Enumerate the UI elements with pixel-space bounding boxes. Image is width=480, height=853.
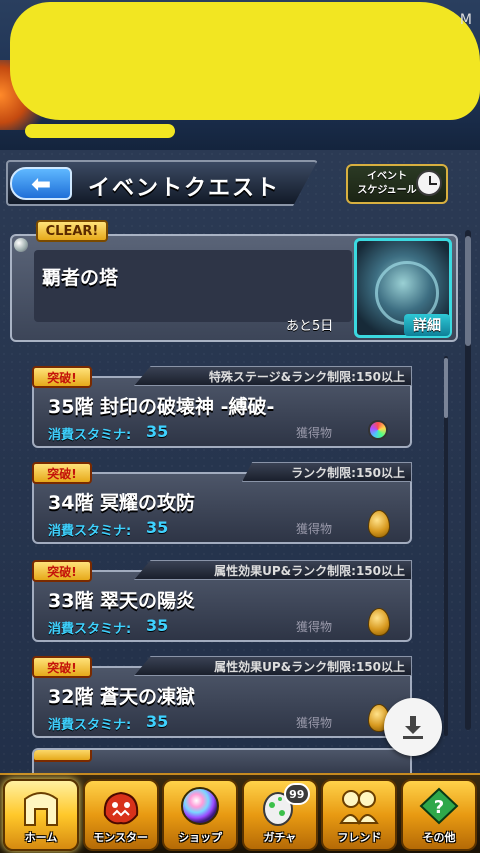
nav-home[interactable]: ホーム <box>3 779 79 851</box>
restriction-text: 属性効果UP&ランク制限:150以上 <box>214 659 405 674</box>
stamina-value: 35 <box>146 616 169 635</box>
bottom-nav: ホーム モンスター ショップ 99 ガチャ フレンド ? その他 <box>0 773 480 853</box>
breakthrough-badge: 突破! <box>32 560 92 582</box>
nav-label-gacha: ガチャ <box>263 831 297 844</box>
stamina-value: 35 <box>146 712 169 731</box>
stamina-value: 35 <box>146 518 169 537</box>
clear-badge: CLEAR! <box>36 220 108 242</box>
schedule-label-line1: イベント <box>367 171 407 182</box>
stamina-label: 消費スタミナ: <box>48 428 132 443</box>
svg-text:?: ? <box>434 797 444 818</box>
nav-gacha[interactable]: 99 ガチャ <box>241 779 318 851</box>
nav-other[interactable]: ? その他 <box>400 779 477 851</box>
home-icon <box>24 792 58 826</box>
quest-row[interactable]: ランク制限:150以上 突破! 34階 冥耀の攻防 消費スタミナ: 35 獲得物 <box>32 462 412 544</box>
reward-label: 獲得物 <box>296 426 333 440</box>
restriction-tag: 属性効果UP&ランク制限:150以上 <box>134 656 412 676</box>
stamina-label: 消費スタミナ: <box>48 622 132 637</box>
breakthrough-badge: 突破! <box>32 656 92 678</box>
list-scrollbar-thumb[interactable] <box>444 358 448 418</box>
restriction-tag: 特殊ステージ&ランク制限:150以上 <box>134 366 412 386</box>
stamina-label: 消費スタミナ: <box>48 524 132 539</box>
schedule-label: イベント スケジュール <box>352 170 422 198</box>
redaction-mark <box>10 2 480 120</box>
pin-icon <box>14 238 28 252</box>
stamina-label: 消費スタミナ: <box>48 718 132 733</box>
quest-name: 34階 冥耀の攻防 <box>48 492 196 514</box>
golden-egg-icon <box>368 608 390 636</box>
main-panel: ⬅ イベントクエスト イベント スケジュール CLEAR! 覇者の塔 あと5日 … <box>0 150 480 778</box>
nav-label-shop: ショップ <box>178 831 223 844</box>
reward-label: 獲得物 <box>296 620 333 634</box>
gacha-count-badge: 99 <box>283 783 310 805</box>
download-icon <box>403 716 423 739</box>
back-arrow-icon: ⬅ <box>30 169 52 198</box>
redaction-mark-small <box>25 124 175 138</box>
restriction-tag: 属性効果UP&ランク制限:150以上 <box>134 560 412 580</box>
nav-label-other: その他 <box>422 831 456 844</box>
question-icon: ? <box>419 787 459 825</box>
quest-row[interactable]: 属性効果UP&ランク制限:150以上 突破! 32階 蒼天の凍獄 消費スタミナ:… <box>32 656 412 738</box>
event-banner: M <box>0 0 480 150</box>
reward-label: 獲得物 <box>296 522 333 536</box>
rainbow-orb-icon <box>368 420 388 440</box>
monster-icon <box>103 791 138 825</box>
rainbow-orb-icon <box>181 787 220 825</box>
detail-button[interactable]: 詳細 <box>404 314 450 336</box>
restriction-text: 属性効果UP&ランク制限:150以上 <box>214 563 405 578</box>
nav-label-friend: フレンド <box>337 831 382 844</box>
download-button[interactable] <box>384 698 442 756</box>
friend-icon <box>339 790 380 826</box>
quest-name: 33階 翠天の陽炎 <box>48 590 196 612</box>
reward-label: 獲得物 <box>296 716 333 730</box>
breakthrough-badge-partial <box>34 750 92 762</box>
breakthrough-badge: 突破! <box>32 366 92 388</box>
restriction-tag: ランク制限:150以上 <box>242 462 412 482</box>
page-title: イベントクエスト <box>88 176 281 201</box>
stamina-value: 35 <box>146 422 169 441</box>
golden-egg-icon <box>368 510 390 538</box>
restriction-text: 特殊ステージ&ランク制限:150以上 <box>208 369 405 384</box>
event-title: 覇者の塔 <box>42 267 119 289</box>
event-remaining-days: あと5日 <box>286 319 334 334</box>
schedule-label-line2: スケジュール <box>357 185 417 196</box>
quest-name: 35階 封印の破壊神 -縛破- <box>48 396 275 418</box>
status-indicator: M <box>459 12 472 28</box>
nav-monster[interactable]: モンスター <box>82 779 159 851</box>
quest-row[interactable]: 属性効果UP&ランク制限:150以上 突破! 33階 翠天の陽炎 消費スタミナ:… <box>32 560 412 642</box>
nav-shop[interactable]: ショップ <box>162 779 239 851</box>
outer-scrollbar-thumb[interactable] <box>465 236 471 346</box>
quest-name: 32階 蒼天の凍獄 <box>48 686 196 708</box>
nav-label-monster: モンスター <box>93 831 148 844</box>
quest-row[interactable]: 特殊ステージ&ランク制限:150以上 突破! 35階 封印の破壊神 -縛破- 消… <box>32 366 412 448</box>
nav-label-home: ホーム <box>24 831 58 844</box>
nav-friend[interactable]: フレンド <box>321 779 398 851</box>
event-schedule-button[interactable]: イベント スケジュール <box>346 164 448 204</box>
breakthrough-badge: 突破! <box>32 462 92 484</box>
restriction-text: ランク制限:150以上 <box>291 465 405 480</box>
clock-icon <box>416 170 442 196</box>
back-button[interactable]: ⬅ <box>10 167 72 200</box>
